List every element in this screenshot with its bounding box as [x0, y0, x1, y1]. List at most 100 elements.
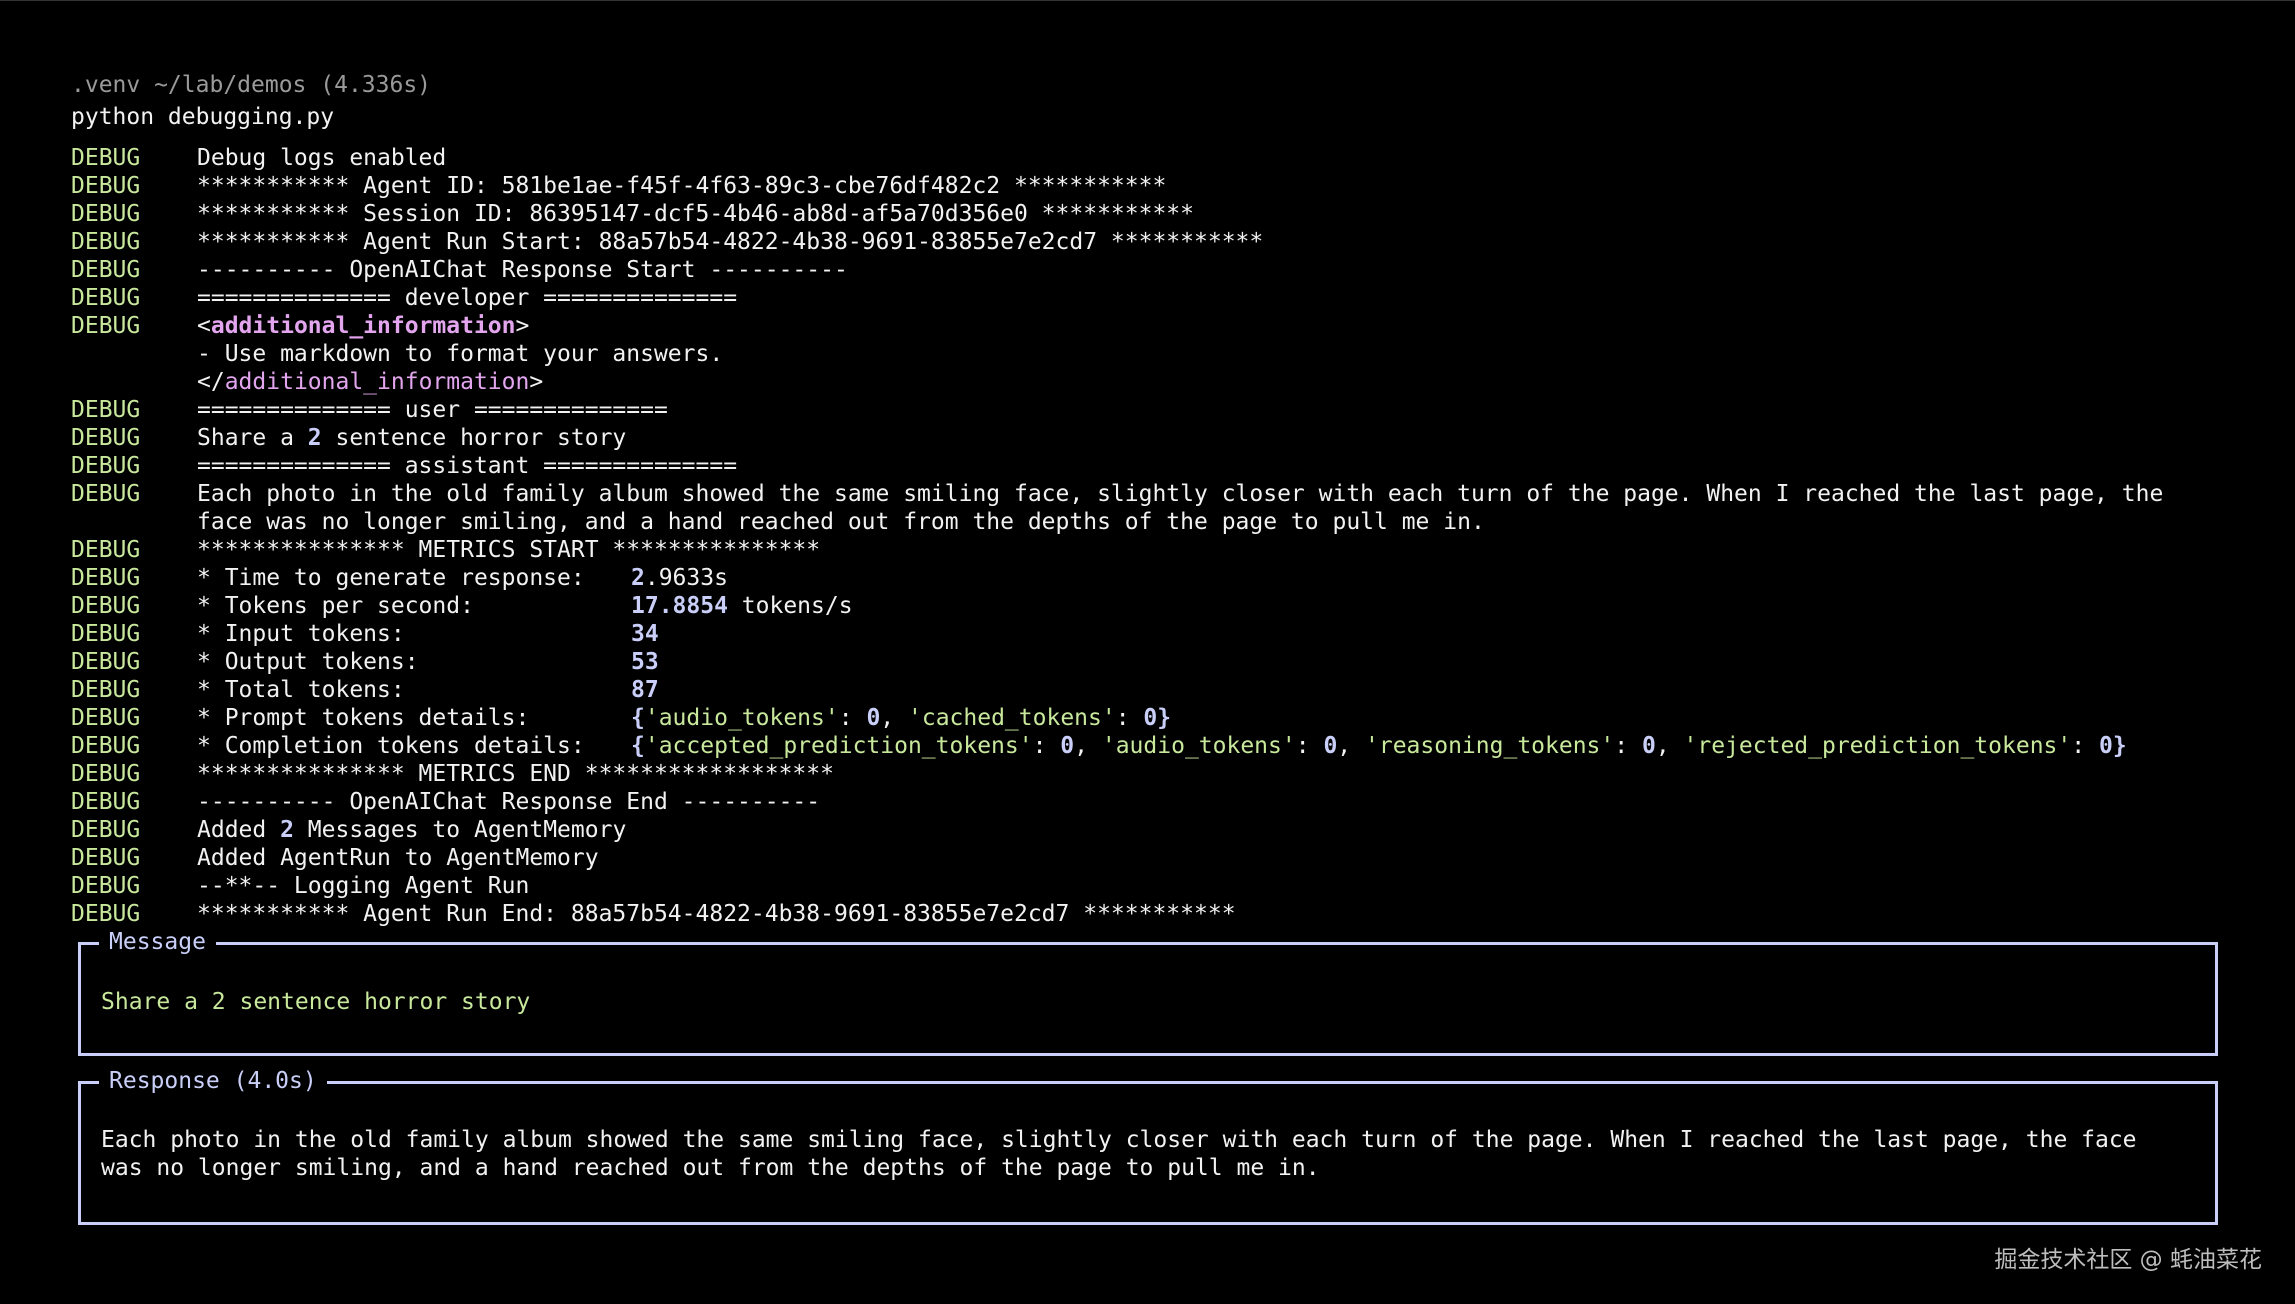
metric-output: * Output tokens: 53	[197, 648, 2241, 676]
log-level: DEBUG	[71, 453, 141, 479]
log-row: </additional_information>	[71, 368, 2241, 396]
log-level: DEBUG	[71, 789, 141, 815]
log-row: DEBUG Each photo in the old family album…	[71, 480, 2241, 508]
log-row: DEBUG * Tokens per second: 17.8854 tokens…	[71, 592, 2241, 620]
metric-label: * Total tokens:	[197, 677, 405, 703]
metric-label: * Completion tokens details:	[197, 733, 585, 759]
tag-gt: >	[515, 313, 530, 339]
log-row: face was no longer smiling, and a hand r…	[71, 508, 2241, 536]
metric-tps: * Tokens per second: 17.8854 tokens/s	[197, 593, 853, 619]
log-level: DEBUG	[71, 201, 141, 227]
log-message: Debug logs enabled	[197, 145, 447, 171]
log-row: DEBUG --**-- Logging Agent Run	[71, 872, 2241, 900]
metric-input: * Input tokens: 34	[197, 620, 2241, 648]
assistant-line: Each photo in the old family album showe…	[197, 481, 2164, 507]
developer-header: ============== developer ==============	[197, 285, 738, 311]
added-run-line: Added AgentRun to AgentMemory	[197, 845, 599, 871]
tag-open-line: <additional_information>	[197, 312, 2241, 340]
log-row: DEBUG Added 2 Messages to AgentMemory	[71, 816, 2241, 844]
shell-header: .venv ~/lab/demos (4.336s) python debugg…	[71, 69, 431, 133]
log-row: DEBUG *************** METRICS END ******…	[71, 760, 2241, 788]
response-end-line: ---------- OpenAIChat Response End -----…	[197, 789, 821, 815]
log-level: DEBUG	[71, 285, 141, 311]
message-panel-title: Message	[99, 928, 216, 956]
log-row: DEBUG * Completion tokens details: {'acce…	[71, 732, 2241, 760]
number: 34	[631, 621, 659, 647]
terminal-window[interactable]: .venv ~/lab/demos (4.336s) python debugg…	[0, 0, 2295, 1304]
log-row: DEBUG *************** METRICS START ****…	[71, 536, 2241, 564]
command-line: python debugging.py	[71, 104, 335, 130]
log-row: - Use markdown to format your answers.	[71, 340, 2241, 368]
watermark: 掘金技术社区 @ 蚝油菜花	[1994, 1247, 2262, 1273]
user-message-line: Share a 2 sentence horror story	[197, 425, 627, 451]
log-level: DEBUG	[71, 621, 141, 647]
metric-label: * Time to generate response:	[197, 565, 585, 591]
log-row: DEBUG ---------- OpenAIChat Response Sta…	[71, 256, 2241, 284]
metric-prompt-details: * Prompt tokens details: {'audio_tokens':…	[197, 705, 1172, 731]
log-level: DEBUG	[71, 481, 141, 507]
log-row: DEBUG * Time to generate response: 2.9633…	[71, 564, 2241, 592]
number: 17.8854	[631, 593, 728, 619]
run-start-line: *********** Agent Run Start: 88a57b54-48…	[197, 229, 1264, 255]
log-level: DEBUG	[71, 229, 141, 255]
log-row: DEBUG <additional_information>	[71, 312, 2241, 340]
tag-name: additional_information	[224, 369, 530, 395]
log-level: DEBUG	[71, 565, 141, 591]
tag-name: additional_information	[210, 313, 516, 339]
log-row: DEBUG ---------- OpenAIChat Response End…	[71, 788, 2241, 816]
log-row: DEBUG Added AgentRun to AgentMemory	[71, 844, 2241, 872]
number: 2	[307, 425, 322, 451]
log-level: DEBUG	[71, 145, 141, 171]
number: 87	[631, 677, 659, 703]
metric-total: * Total tokens: 87	[197, 676, 2241, 704]
log-level: DEBUG	[71, 873, 141, 899]
log-level: DEBUG	[71, 397, 141, 423]
number: 53	[631, 649, 659, 675]
metric-label: * Prompt tokens details:	[197, 705, 530, 731]
log-row: DEBUG * Prompt tokens details: {'audio_to…	[71, 704, 2241, 732]
metric-label: * Input tokens:	[197, 621, 405, 647]
log-level: DEBUG	[71, 761, 141, 787]
number: 2	[631, 565, 645, 591]
log-row: DEBUG ============== user ==============	[71, 396, 2241, 424]
response-start-line: ---------- OpenAIChat Response Start ---…	[197, 257, 848, 283]
number: 2	[280, 817, 294, 843]
log-row: DEBUG ============== developer =========…	[71, 284, 2241, 312]
tag-close-lt: </	[197, 369, 225, 395]
user-header: ============== user ==============	[197, 397, 668, 423]
metric-completion-details: * Completion tokens details: {'accepted_p…	[197, 733, 2127, 759]
log-level: DEBUG	[71, 257, 141, 283]
log-level: DEBUG	[71, 173, 141, 199]
tag-close-line: </additional_information>	[197, 368, 2241, 396]
log-level: DEBUG	[71, 649, 141, 675]
agent-id-line: *********** Agent ID: 581be1ae-f45f-4f63…	[197, 173, 1167, 199]
log-level: DEBUG	[71, 901, 141, 927]
log-row: DEBUG *********** Agent ID: 581be1ae-f45…	[71, 172, 2241, 200]
log-row: DEBUG ============== assistant =========…	[71, 452, 2241, 480]
log-row: DEBUG * Input tokens: 34	[71, 620, 2241, 648]
log-row: DEBUG Share a 2 sentence horror story	[71, 424, 2241, 452]
metric-label: * Tokens per second:	[197, 593, 474, 619]
response-panel-body: Each photo in the old family album showe…	[101, 1127, 2137, 1181]
log-level: DEBUG	[71, 425, 141, 451]
log-row: DEBUG Debug logs enabled	[71, 144, 2241, 172]
log-level: DEBUG	[71, 313, 141, 339]
tag-lt: <	[197, 313, 211, 339]
message-panel-body: Share a 2 sentence horror story	[101, 989, 531, 1015]
session-id-line: *********** Session ID: 86395147-dcf5-4b…	[197, 201, 1194, 227]
assistant-line: face was no longer smiling, and a hand r…	[197, 509, 1485, 535]
metric-label: * Output tokens:	[197, 649, 419, 675]
tag-gt: >	[529, 369, 544, 395]
log-level: DEBUG	[71, 733, 141, 759]
log-row: DEBUG *********** Session ID: 86395147-d…	[71, 200, 2241, 228]
log-row: DEBUG *********** Agent Run End: 88a57b5…	[71, 900, 2241, 928]
log-row: DEBUG * Output tokens: 53	[71, 648, 2241, 676]
log-level: DEBUG	[71, 705, 141, 731]
message-panel: Message Share a 2 sentence horror story	[78, 928, 2218, 1056]
run-end-line: *********** Agent Run End: 88a57b54-4822…	[197, 901, 1236, 927]
response-panel: Response (4.0s) Each photo in the old fa…	[78, 1067, 2218, 1225]
metric-time: * Time to generate response: 2.9633s	[197, 565, 728, 591]
response-panel-title: Response (4.0s)	[99, 1067, 327, 1095]
metrics-end-line: *************** METRICS END ************…	[197, 761, 834, 787]
log-level: DEBUG	[71, 537, 141, 563]
